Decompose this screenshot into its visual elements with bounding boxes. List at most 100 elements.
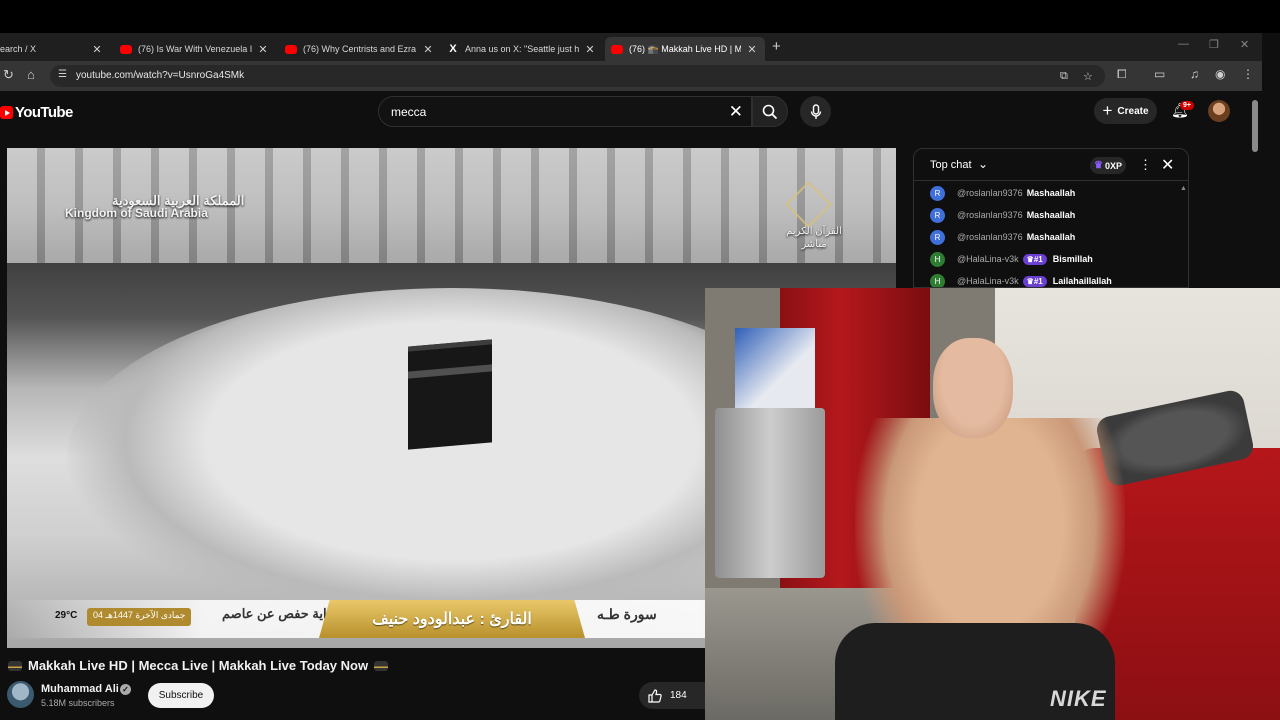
chat-author-avatar: R bbox=[930, 185, 945, 201]
window-close-icon[interactable]: ✕ bbox=[1240, 38, 1249, 51]
chat-author-avatar: R bbox=[930, 229, 945, 245]
chat-message[interactable]: H @HalaLina-v3k ♛#1 Lailahaillallah bbox=[930, 273, 1112, 287]
verified-check-icon: ✓ bbox=[120, 684, 131, 695]
tab-close-icon[interactable]: ✕ bbox=[256, 43, 270, 56]
screen-top-bar bbox=[0, 0, 1280, 33]
search-input[interactable]: mecca ✕ bbox=[378, 96, 752, 127]
tab-close-icon[interactable]: ✕ bbox=[583, 43, 597, 56]
channel-watermark-name: القرآن الكريم bbox=[786, 226, 842, 237]
like-count: 184 bbox=[670, 690, 687, 701]
chat-scroll-up-icon[interactable]: ▲ bbox=[1180, 185, 1187, 192]
media-controls-icon[interactable]: ♫ bbox=[1190, 67, 1199, 81]
youtube-favicon-icon bbox=[285, 44, 297, 54]
chat-text: Bismillah bbox=[1052, 254, 1093, 264]
chat-author: @roslanlan9376 bbox=[957, 210, 1023, 220]
microphone-icon bbox=[810, 103, 821, 119]
browser-tab[interactable]: (76) Is War With Venezuela INE ✕ bbox=[120, 37, 270, 61]
maximize-icon[interactable]: ❐ bbox=[1209, 38, 1219, 51]
cast-icon[interactable]: ⧉ bbox=[1060, 70, 1068, 83]
bookmark-star-icon[interactable]: ☆ bbox=[1083, 70, 1093, 83]
live-chat-panel: Top chat ⌄ ♛ 0XP ⋮ ✕ ▲ R @roslanlan9376 … bbox=[913, 148, 1189, 288]
chat-header: Top chat ⌄ ♛ 0XP ⋮ ✕ bbox=[914, 149, 1188, 181]
subscribe-button[interactable]: Subscribe bbox=[148, 683, 214, 708]
browser-menu-icon[interactable]: ⋮ bbox=[1242, 67, 1254, 81]
chat-author: @HalaLina-v3k bbox=[957, 276, 1019, 286]
x-logo-icon: X bbox=[449, 43, 457, 55]
clear-search-icon[interactable]: ✕ bbox=[729, 102, 743, 122]
site-info-icon[interactable]: ☰ bbox=[58, 69, 67, 80]
search-icon bbox=[762, 104, 778, 119]
home-icon[interactable]: ⌂ bbox=[27, 67, 35, 82]
create-button[interactable]: + Create bbox=[1094, 98, 1157, 124]
youtube-favicon-icon bbox=[611, 44, 623, 54]
chat-author: @roslanlan9376 bbox=[957, 232, 1023, 242]
surah-label: سورة طـه bbox=[597, 606, 657, 622]
crown-icon: ♛ bbox=[1094, 160, 1103, 171]
plus-icon: + bbox=[1102, 101, 1113, 120]
chevron-down-icon[interactable]: ⌄ bbox=[978, 157, 988, 171]
xp-badge[interactable]: ♛ 0XP bbox=[1090, 157, 1126, 174]
minimize-icon[interactable]: — bbox=[1178, 38, 1189, 50]
tab-close-icon[interactable]: ✕ bbox=[90, 43, 104, 56]
chat-author: @roslanlan9376 bbox=[957, 188, 1023, 198]
chat-author-avatar: H bbox=[930, 273, 945, 287]
chat-text: Mashaallah bbox=[1026, 210, 1076, 220]
channel-watermark-live: مباشر bbox=[801, 239, 827, 250]
channel-name[interactable]: Muhammad Ali bbox=[41, 683, 119, 695]
browser-tab[interactable]: earch / X ✕ bbox=[0, 37, 108, 61]
profile-icon[interactable]: ◉ bbox=[1215, 67, 1225, 81]
gifter-rank-badge: ♛#1 bbox=[1022, 275, 1047, 287]
hijri-date-label: 04 جمادى الآخرة 1447هـ bbox=[87, 608, 192, 626]
page-scrollbar[interactable] bbox=[1252, 100, 1258, 152]
chat-message[interactable]: R @roslanlan9376 Mashaallah bbox=[930, 207, 1075, 223]
browser-tab-strip: earch / X ✕ (76) Is War With Venezuela I… bbox=[0, 33, 1262, 61]
qari-banner: القارئ : عبدالودود حنيف bbox=[319, 600, 585, 638]
address-bar[interactable]: ☰ youtube.com/watch?v=UsnroGa4SMk ⧉ ☆ bbox=[50, 65, 1105, 87]
new-tab-icon[interactable]: + bbox=[772, 38, 781, 55]
account-avatar[interactable] bbox=[1208, 100, 1230, 122]
kaaba-graphic bbox=[408, 339, 492, 450]
qari-label: القارئ : عبدالودود حنيف bbox=[372, 611, 532, 628]
riwaya-label: رواية حفص عن عاصم bbox=[222, 606, 340, 621]
chat-message[interactable]: R @roslanlan9376 Mashaallah bbox=[930, 229, 1075, 245]
video-title: Makkah Live HD | Mecca Live | Makkah Liv… bbox=[8, 658, 389, 673]
url-text: youtube.com/watch?v=UsnroGa4SMk bbox=[76, 70, 245, 81]
kaaba-emoji-icon bbox=[8, 660, 22, 671]
mini-fridge-graphic bbox=[715, 408, 825, 578]
tab-close-icon[interactable]: ✕ bbox=[745, 43, 759, 56]
browser-tab[interactable]: (76) Why Centrists and Ezra Kle ✕ bbox=[285, 37, 435, 61]
chat-mode-selector[interactable]: Top chat bbox=[930, 159, 972, 171]
sidebar-icon[interactable]: ▭ bbox=[1154, 67, 1165, 81]
tab-close-icon[interactable]: ✕ bbox=[421, 43, 435, 56]
streamer-head-graphic bbox=[933, 338, 1013, 438]
chat-message[interactable]: R @roslanlan9376 Mashaallah bbox=[930, 185, 1075, 201]
chat-text: Lailahaillallah bbox=[1052, 276, 1112, 286]
youtube-play-icon bbox=[0, 106, 13, 119]
kaaba-emoji-icon bbox=[374, 660, 389, 671]
chat-more-options-icon[interactable]: ⋮ bbox=[1139, 157, 1152, 173]
chat-text: Mashaallah bbox=[1026, 188, 1076, 198]
like-button[interactable]: 184 bbox=[639, 682, 705, 709]
browser-tab[interactable]: X Anna us on X: "Seattle just han ✕ bbox=[447, 37, 597, 61]
voice-search-button[interactable] bbox=[800, 96, 831, 127]
extensions-icon[interactable]: ⧠ bbox=[1117, 67, 1127, 82]
notification-count-badge: 9+ bbox=[1180, 101, 1194, 110]
chat-author-avatar: R bbox=[930, 207, 945, 223]
shorts-brand-logo: NIKE bbox=[1050, 686, 1107, 711]
temperature-label: 29°C bbox=[55, 610, 78, 621]
chat-text: Mashaallah bbox=[1026, 232, 1076, 242]
reload-icon[interactable]: ↻ bbox=[3, 67, 14, 83]
chat-close-icon[interactable]: ✕ bbox=[1161, 155, 1174, 175]
youtube-logo[interactable]: YouTube bbox=[0, 104, 73, 121]
youtube-favicon-icon bbox=[120, 44, 132, 54]
chat-author-avatar: H bbox=[930, 251, 945, 267]
chat-author: @HalaLina-v3k bbox=[957, 254, 1019, 264]
overlay-country-english: Kingdom of Saudi Arabia bbox=[65, 206, 208, 220]
chat-message[interactable]: H @HalaLina-v3k ♛#1 Bismillah bbox=[930, 251, 1093, 267]
browser-toolbar: ↻ ⌂ ☰ youtube.com/watch?v=UsnroGa4SMk ⧉ … bbox=[0, 61, 1262, 91]
browser-tab-active[interactable]: (76) 🕋 Makkah Live HD | Mec ✕ bbox=[605, 37, 765, 61]
search-query-text: mecca bbox=[391, 105, 427, 119]
channel-avatar[interactable] bbox=[7, 681, 34, 708]
webcam-overlay: NIKE bbox=[705, 288, 1280, 720]
search-button[interactable] bbox=[752, 96, 788, 127]
